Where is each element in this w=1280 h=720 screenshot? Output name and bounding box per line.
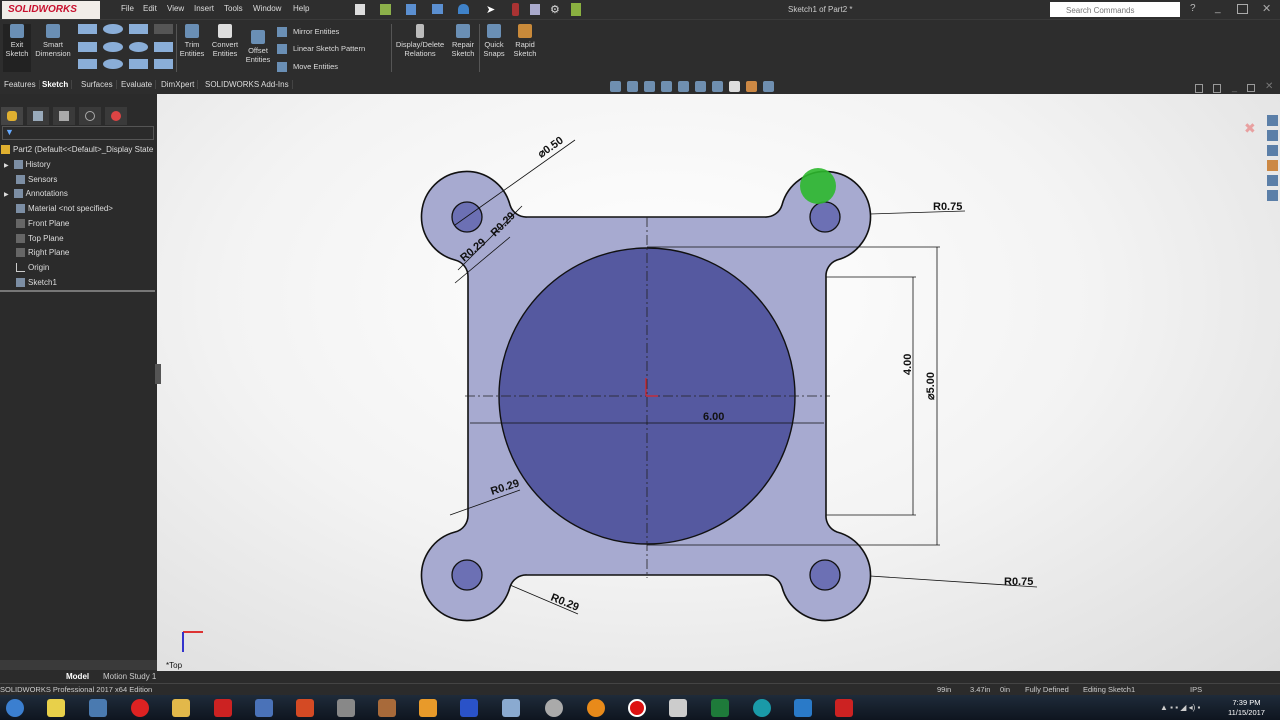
plane-icon — [16, 234, 25, 244]
taskbar-app-icon[interactable] — [47, 699, 65, 717]
tree-item-annotations[interactable]: ▶ Annotations — [4, 189, 68, 199]
solidworks-2015-icon[interactable] — [214, 699, 232, 717]
hole-top-right[interactable] — [809, 201, 841, 233]
coordinate-y: 3.47in — [970, 685, 991, 694]
coordinate-x: 99in — [937, 685, 952, 694]
taskbar-app-icon[interactable] — [89, 699, 107, 717]
dim-width[interactable]: 6.00 — [703, 411, 724, 423]
plane-icon — [16, 248, 25, 258]
dim-boss-radius-bottom[interactable]: R0.75 — [1004, 576, 1033, 588]
hole-bottom-right[interactable] — [809, 559, 841, 591]
tree-item-material[interactable]: Material <not specified> — [16, 204, 113, 214]
hole-bottom-left[interactable] — [451, 559, 483, 591]
tree-item-sensors[interactable]: Sensors — [16, 175, 57, 185]
notepad-icon[interactable] — [502, 699, 520, 717]
tree-item-front-plane[interactable]: Front Plane — [16, 219, 69, 229]
taskbar-clock[interactable]: 7:39 PM 11/15/2017 — [1228, 698, 1265, 718]
tree-root-part2[interactable]: Part2 (Default<<Default>_Display State — [1, 145, 153, 155]
excel-icon[interactable] — [711, 699, 729, 717]
tree-item-history[interactable]: ▶ History — [4, 160, 51, 170]
coordinate-z: 0in — [1000, 685, 1011, 694]
dimxpert-icon — [85, 111, 95, 121]
taskbar-app-icon[interactable] — [378, 699, 396, 717]
dim-hole-diameter[interactable]: ⌀0.50 — [536, 135, 566, 161]
editing-status: Editing Sketch1 — [1083, 685, 1136, 694]
triad-icon — [182, 631, 203, 652]
feature-tree-icon — [7, 111, 17, 121]
selection-highlight — [800, 168, 836, 204]
hole-top-left[interactable] — [451, 201, 483, 233]
expand-arrow-icon[interactable]: ▶ — [4, 163, 9, 169]
file-explorer-icon[interactable] — [172, 699, 190, 717]
sketch-icon — [16, 278, 25, 288]
tree-item-right-plane[interactable]: Right Plane — [16, 248, 69, 258]
dimxpertmanager-tab[interactable] — [79, 107, 101, 125]
sensors-icon — [16, 175, 25, 185]
opera-icon[interactable] — [131, 699, 149, 717]
sketch-status: Fully Defined — [1025, 685, 1069, 694]
featuremanager-tab[interactable] — [1, 107, 23, 125]
dim-boss-radius-top[interactable]: R0.75 — [933, 201, 962, 213]
panel-horizontal-scrollbar[interactable] — [0, 660, 157, 670]
system-tray-icons[interactable]: ▲ ▪ ▪ ◢ ◂) ▪ — [1160, 703, 1200, 712]
snipping-tool-icon[interactable] — [669, 699, 687, 717]
panel-divider[interactable] — [0, 290, 155, 292]
filter-icon: ▼ — [5, 127, 14, 137]
unit-system[interactable]: IPS — [1190, 685, 1202, 694]
solidworks-2017-icon[interactable] — [835, 699, 853, 717]
tree-item-origin[interactable]: Origin — [16, 263, 49, 273]
taskbar-app-icon[interactable] — [587, 699, 605, 717]
expand-arrow-icon[interactable]: ▶ — [4, 192, 9, 198]
displaymanager-tab[interactable] — [105, 107, 127, 125]
mc-icon[interactable] — [794, 699, 812, 717]
taskbar-app-icon[interactable] — [337, 699, 355, 717]
word-icon[interactable] — [255, 699, 273, 717]
part-icon — [1, 145, 10, 155]
history-icon — [13, 160, 23, 170]
annotations-icon — [13, 189, 23, 199]
webcam-icon[interactable] — [545, 699, 563, 717]
tab-motion-study-1[interactable]: Motion Study 1 — [103, 672, 156, 681]
configurationmanager-tab[interactable] — [53, 107, 75, 125]
media-player-icon[interactable] — [419, 699, 437, 717]
start-button-icon[interactable] — [6, 699, 24, 717]
tree-item-sketch1[interactable]: Sketch1 — [16, 278, 57, 288]
powerpoint-icon[interactable] — [296, 699, 314, 717]
display-icon — [111, 111, 121, 121]
dim-fillet-bottom[interactable]: R0.29 — [549, 592, 581, 614]
propertymanager-tab[interactable] — [27, 107, 49, 125]
material-icon — [16, 204, 25, 214]
origin-icon — [16, 263, 25, 273]
dim-inner-height[interactable]: 4.00 — [902, 354, 914, 375]
plane-icon — [16, 219, 25, 229]
configuration-icon — [59, 111, 69, 121]
tree-filter-input[interactable]: ▼ — [2, 126, 154, 140]
arduino-icon[interactable] — [753, 699, 771, 717]
tree-item-top-plane[interactable]: Top Plane — [16, 234, 64, 244]
dim-circle-diameter[interactable]: ⌀5.00 — [925, 372, 937, 400]
edition-label: SOLIDWORKS Professional 2017 x64 Edition — [0, 685, 153, 694]
screen-recorder-icon[interactable] — [628, 699, 646, 717]
panel-collapse-handle[interactable] — [155, 364, 161, 384]
motion-study-tabs — [0, 671, 1280, 683]
tab-model[interactable]: Model — [66, 672, 89, 681]
malwarebytes-icon[interactable] — [460, 699, 478, 717]
property-icon — [33, 111, 43, 121]
sketch-drawing: ⌀0.50 R0.29 R0.29 R0.29 R0.29 R0.75 R0.7… — [182, 135, 1038, 652]
view-orientation-label: *Top — [166, 661, 183, 670]
